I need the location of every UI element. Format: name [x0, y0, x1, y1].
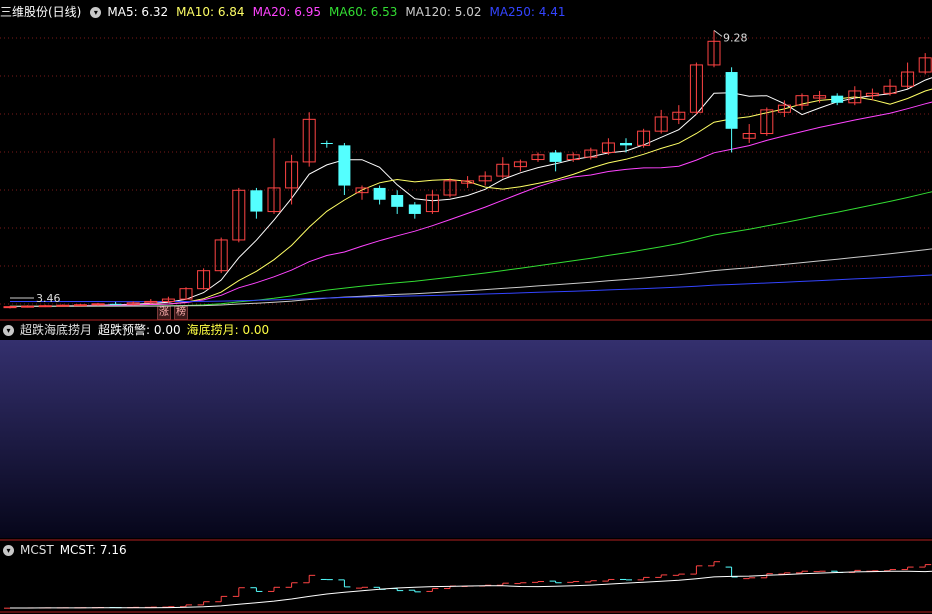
candle-body: [338, 145, 351, 186]
candle-body: [250, 190, 263, 212]
candle-body: [620, 142, 632, 146]
mcst-line: [10, 570, 932, 609]
candle-body: [391, 195, 404, 207]
candle-body: [109, 303, 122, 305]
ma-line-ma120: [10, 248, 932, 307]
candle-body: [549, 152, 562, 162]
candle-body: [73, 304, 87, 307]
candle-body: [725, 72, 738, 129]
high-pointer: [713, 30, 723, 37]
candle-body: [320, 142, 333, 144]
high-price-label: 9.28: [723, 31, 748, 44]
indicator-background: [0, 340, 932, 538]
candle-body: [3, 306, 17, 309]
candle-body: [91, 303, 105, 306]
candle-body: [373, 187, 386, 200]
ma-line-ma60: [10, 191, 932, 307]
low-price-label: 3.46: [36, 292, 61, 305]
ma-line-ma10: [9, 88, 932, 308]
candle-body: [408, 204, 421, 214]
candle-body: [831, 95, 844, 103]
ma-line-ma20: [9, 101, 932, 308]
candle-body: [56, 304, 70, 307]
candle-body: [21, 305, 35, 308]
candle-body: [38, 305, 52, 308]
ma-line-ma5: [9, 77, 932, 308]
chart-canvas[interactable]: 9.28 3.46: [0, 0, 932, 614]
ma-line-ma250: [10, 274, 932, 303]
